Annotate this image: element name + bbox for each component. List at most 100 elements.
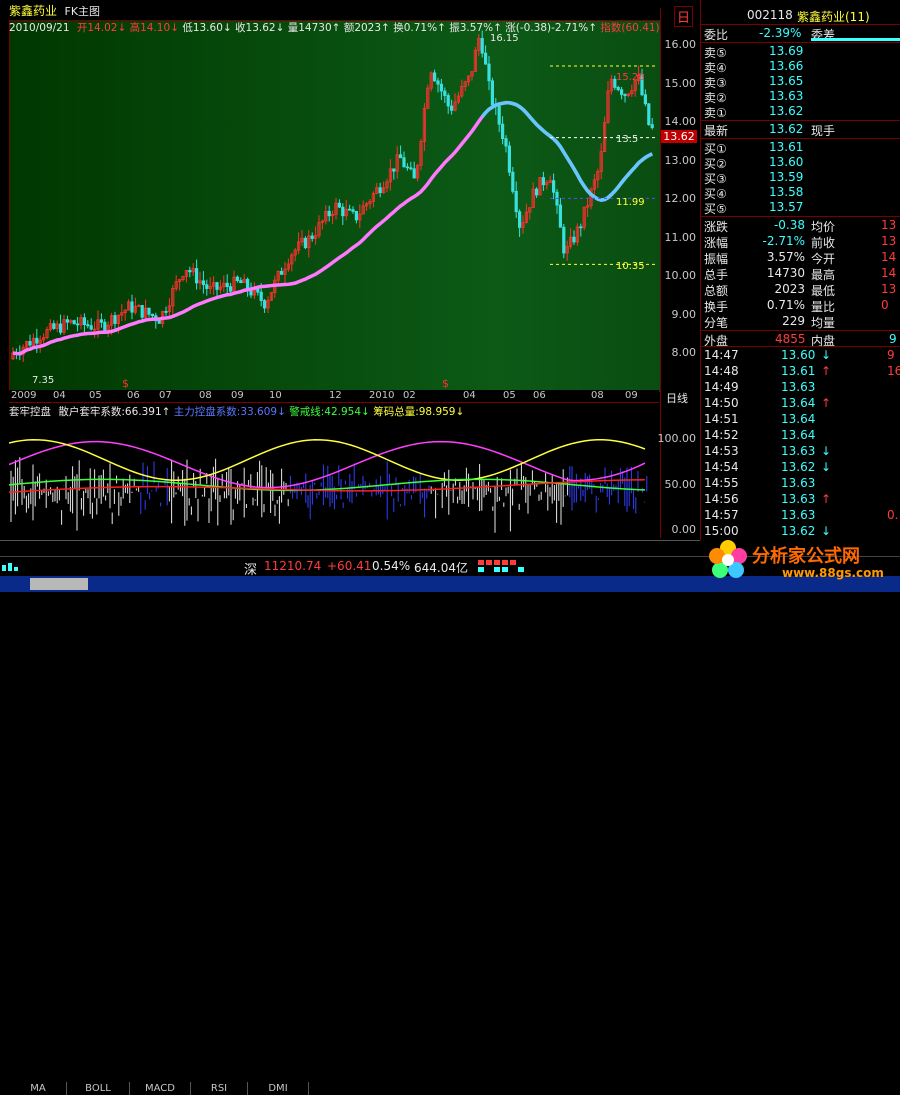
candle xyxy=(72,319,76,325)
candle xyxy=(429,71,433,92)
time-tick: 09 xyxy=(231,390,244,401)
candle xyxy=(381,181,386,194)
market-index: 11210.74 xyxy=(264,559,322,573)
candle xyxy=(504,135,508,153)
candle xyxy=(626,93,631,98)
candlestick-chart[interactable]: $ $ xyxy=(10,21,660,391)
candle xyxy=(460,79,464,99)
candle xyxy=(446,93,450,114)
tab-rsi[interactable]: RSI xyxy=(191,1082,248,1095)
current-mark-label: 13.5 xyxy=(616,134,639,145)
time-tick: 05 xyxy=(89,390,102,401)
tick-price: 13.63 xyxy=(781,444,816,458)
candle xyxy=(310,232,314,242)
ask-price: 13.66 xyxy=(769,59,804,73)
candle xyxy=(347,204,352,211)
tick-price: 13.63 xyxy=(781,508,816,522)
tick-row: 14:47 13.60 ↓ 9 xyxy=(701,348,900,365)
tab-ma[interactable]: MA xyxy=(10,1082,67,1095)
candle xyxy=(548,175,552,184)
status-mini-chart xyxy=(0,559,22,573)
price-tick: 10.00 xyxy=(664,269,697,282)
tick-price: 13.61 xyxy=(781,364,816,378)
candle xyxy=(205,279,209,296)
bid-row: 买⑤ 13.57 xyxy=(701,200,900,217)
tick-price: 13.64 xyxy=(781,428,816,442)
price-tick: 13.00 xyxy=(664,153,697,167)
signal-marker: $ xyxy=(122,377,129,390)
tick-price: 13.63 xyxy=(781,380,816,394)
tick-direction: ↑ xyxy=(821,364,832,378)
tick-row: 14:53 13.63 ↓ xyxy=(701,444,900,461)
candle xyxy=(279,267,284,275)
candle xyxy=(242,274,246,284)
market-strength-bars xyxy=(478,560,538,574)
candle xyxy=(358,204,362,229)
candle xyxy=(354,210,359,224)
candle xyxy=(422,103,427,151)
candle xyxy=(361,200,365,215)
price-tick: 15.00 xyxy=(664,76,697,90)
candle xyxy=(402,151,406,168)
candle xyxy=(409,161,413,171)
candle xyxy=(99,313,103,328)
candle xyxy=(453,93,457,112)
stat-value: 2023 xyxy=(774,282,805,296)
candle xyxy=(48,319,53,332)
indicator-tick: 0.00 xyxy=(671,523,697,536)
candle xyxy=(538,177,542,196)
candle xyxy=(62,314,66,335)
tick-time: 14:49 xyxy=(704,380,739,394)
low-value: 13.60 xyxy=(192,22,223,34)
candle xyxy=(589,187,593,210)
chart-type-label[interactable]: FK主图 xyxy=(65,5,101,18)
turn-label: 换 xyxy=(393,22,404,34)
candle xyxy=(177,278,182,291)
indicator-panel[interactable]: 套牢控盘 散户套牢系数:66.391↑ 主力控盘系数:33.609↓ 警戒线:4… xyxy=(9,402,659,541)
candle xyxy=(45,326,49,340)
stat-value-2: 14 xyxy=(881,266,897,280)
tab-dmi[interactable]: DMI xyxy=(248,1082,309,1095)
stat-value-2: 0 xyxy=(881,298,889,312)
weibi-label: 委比 xyxy=(704,28,729,42)
tab-boll[interactable]: BOLL xyxy=(67,1082,130,1095)
candle xyxy=(616,85,620,92)
ask-row: 卖① 13.62 xyxy=(701,104,900,121)
indicator-chart[interactable] xyxy=(9,417,659,541)
taskbar-button[interactable] xyxy=(30,578,88,590)
inner-value: 9 xyxy=(889,332,897,346)
candle xyxy=(55,320,59,333)
time-tick: 09 xyxy=(625,390,638,401)
candle xyxy=(320,219,325,230)
candle xyxy=(545,180,549,190)
tick-direction: ↑ xyxy=(821,492,832,506)
signal-marker: $ xyxy=(442,377,449,390)
candle xyxy=(266,296,270,314)
time-tick: 08 xyxy=(591,390,604,401)
candle xyxy=(405,163,410,171)
tick-time: 14:54 xyxy=(704,460,739,474)
ma-line-highlight xyxy=(480,100,654,202)
tick-direction: ↓ xyxy=(821,444,832,458)
candle xyxy=(69,319,73,325)
candle xyxy=(59,314,63,335)
price-tick: 11.00 xyxy=(664,230,697,244)
main-chart-panel[interactable]: $ $ 16.15 15.28 13.5 11.99 10.35 7.35 xyxy=(9,20,661,392)
candle xyxy=(535,187,539,198)
candle xyxy=(239,277,243,284)
candle xyxy=(307,230,311,258)
candle xyxy=(191,263,195,277)
candle xyxy=(392,168,396,180)
ask-price: 13.62 xyxy=(769,104,804,118)
tab-macd[interactable]: MACD xyxy=(130,1082,191,1095)
amp-label: 振 xyxy=(449,22,460,34)
time-tick: 12 xyxy=(329,390,342,401)
candle xyxy=(599,143,603,180)
candle xyxy=(52,320,56,331)
stock-name: 紫鑫药业 xyxy=(9,4,58,18)
candle xyxy=(385,178,389,193)
high-value: 14.10 xyxy=(140,22,171,34)
candle xyxy=(232,270,236,293)
candle xyxy=(586,197,590,218)
tick-row: 14:56 13.63 ↑ xyxy=(701,492,900,509)
